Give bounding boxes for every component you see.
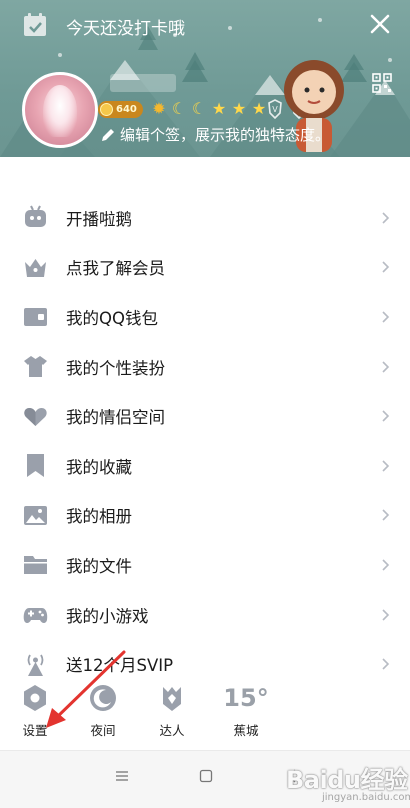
star-level-icon: ★ [231,99,247,118]
chevron-right-icon [382,608,390,621]
chevron-right-icon [382,509,390,521]
chevron-right-icon [382,212,390,224]
weather-temperature: 15° [223,684,269,712]
expert-badge-icon [163,687,181,711]
chevron-right-icon [382,658,390,670]
menu-item-wallet[interactable]: 我的QQ钱包 [0,292,410,342]
menu-item-label: 我的个性装扮 [66,358,165,378]
menu-item-label: 我的相册 [66,507,132,527]
signature-edit[interactable]: 编辑个签，展示我的独特态度。 [100,124,330,145]
qr-code-icon[interactable] [372,73,392,93]
bookmark-icon [27,454,44,478]
menu-item-favorites[interactable]: 我的收藏 [0,441,410,491]
menu-item-label: 我的文件 [66,556,132,576]
calendar-check-icon[interactable] [22,12,48,38]
menu-item-album[interactable]: 我的相册 [0,491,410,541]
nickname-blurred [110,74,176,92]
avatar[interactable] [22,72,98,148]
drawer-menu: 开播啦鹅 点我了解会员 我的QQ钱包 我的个性装扮 我的情侣空间 我的收藏 我的… [0,193,410,689]
menu-item-live[interactable]: 开播啦鹅 [0,193,410,243]
menu-item-label: 我的收藏 [66,457,132,477]
sun-level-icon: ✹ [152,99,166,118]
moon-level-icon: ☾ [191,99,207,118]
close-icon[interactable] [368,12,392,36]
folder-icon [24,556,47,575]
menu-item-mini-games[interactable]: 我的小游戏 [0,590,410,640]
level-icons-row[interactable]: ✹ ☾ ☾ ★ ★ ★ [150,99,268,119]
chevron-right-icon [382,559,390,571]
weather-widget[interactable]: 15° 蕉城 [216,684,276,739]
checkin-reminder-text[interactable]: 今天还没打卡哦 [66,14,185,39]
menu-item-label: 我的小游戏 [66,606,149,626]
crown-icon [25,258,46,277]
menu-item-label: 点我了解会员 [66,259,165,279]
chevron-right-icon [382,361,390,373]
expert-button[interactable]: 达人 [142,684,202,739]
profile-header: 今天还没打卡哦 640 ✹ ☾ ☾ ★ ★ ★ V 编辑个签，展示我的独特态度。 [0,0,410,157]
avatar-image [43,85,77,137]
level-badge[interactable]: 640 [98,101,143,118]
chevron-right-icon [382,311,390,323]
heart-icon [24,407,47,426]
menu-lines-icon[interactable] [115,769,129,783]
chevron-right-icon [382,410,390,422]
gamepad-icon [23,608,48,624]
home-square-icon[interactable] [199,769,213,783]
watermark-url: jingyan.baidu.com [322,792,410,803]
menu-item-membership[interactable]: 点我了解会员 [0,243,410,293]
robot-tv-icon [25,205,46,228]
wallet-icon [24,308,47,327]
expert-label: 达人 [159,723,185,738]
tshirt-icon [24,356,47,378]
weather-city: 蕉城 [233,723,259,738]
watermark-logo: Baidu经验 [286,766,408,794]
level-number: 640 [116,104,137,115]
image-icon [24,505,47,525]
star-level-icon: ★ [211,99,227,118]
menu-item-label: 开播啦鹅 [66,209,132,229]
moon-level-icon: ☾ [171,99,187,118]
menu-item-label: 我的QQ钱包 [66,308,158,328]
coin-icon [100,103,113,116]
chevron-right-icon [382,460,390,472]
red-annotation-arrow [46,650,126,728]
signature-text: 编辑个签，展示我的独特态度。 [120,126,331,144]
pencil-icon [102,128,114,141]
menu-item-files[interactable]: 我的文件 [0,540,410,590]
chevron-right-icon [382,261,390,273]
menu-item-personalize[interactable]: 我的个性装扮 [0,342,410,392]
menu-item-couple-space[interactable]: 我的情侣空间 [0,391,410,441]
menu-item-label: 我的情侣空间 [66,408,165,428]
